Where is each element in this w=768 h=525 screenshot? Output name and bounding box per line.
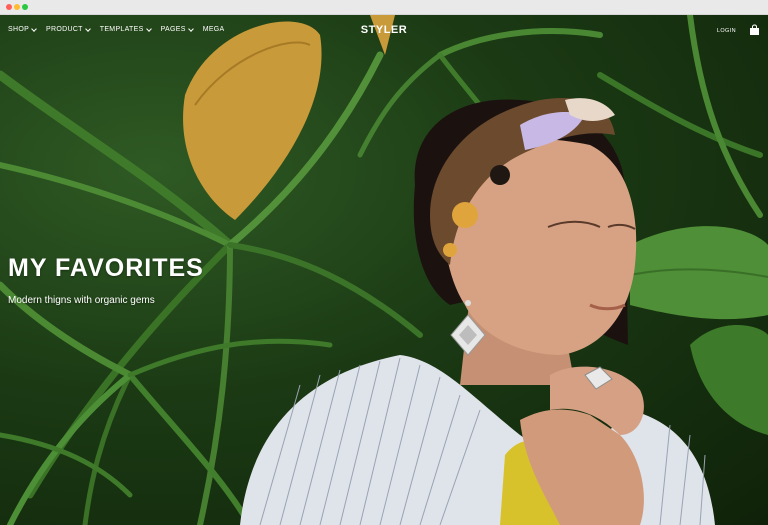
hero-title: MY FAVORITES: [8, 254, 204, 282]
shopping-bag-icon[interactable]: [749, 24, 760, 36]
maximize-window-icon[interactable]: [22, 4, 28, 10]
browser-window: SHOP PRODUCT TEMPLATES PAGES MEGA STYLER…: [0, 0, 768, 525]
minimize-window-icon[interactable]: [14, 4, 20, 10]
brand-logo[interactable]: STYLER: [0, 24, 768, 36]
browser-title-bar: [0, 0, 768, 15]
top-navigation-bar: SHOP PRODUCT TEMPLATES PAGES MEGA STYLER…: [0, 15, 768, 47]
login-link[interactable]: LOGIN: [717, 28, 736, 34]
hero-subtitle: Modern thigns with organic gems: [8, 295, 155, 306]
close-window-icon[interactable]: [6, 4, 12, 10]
